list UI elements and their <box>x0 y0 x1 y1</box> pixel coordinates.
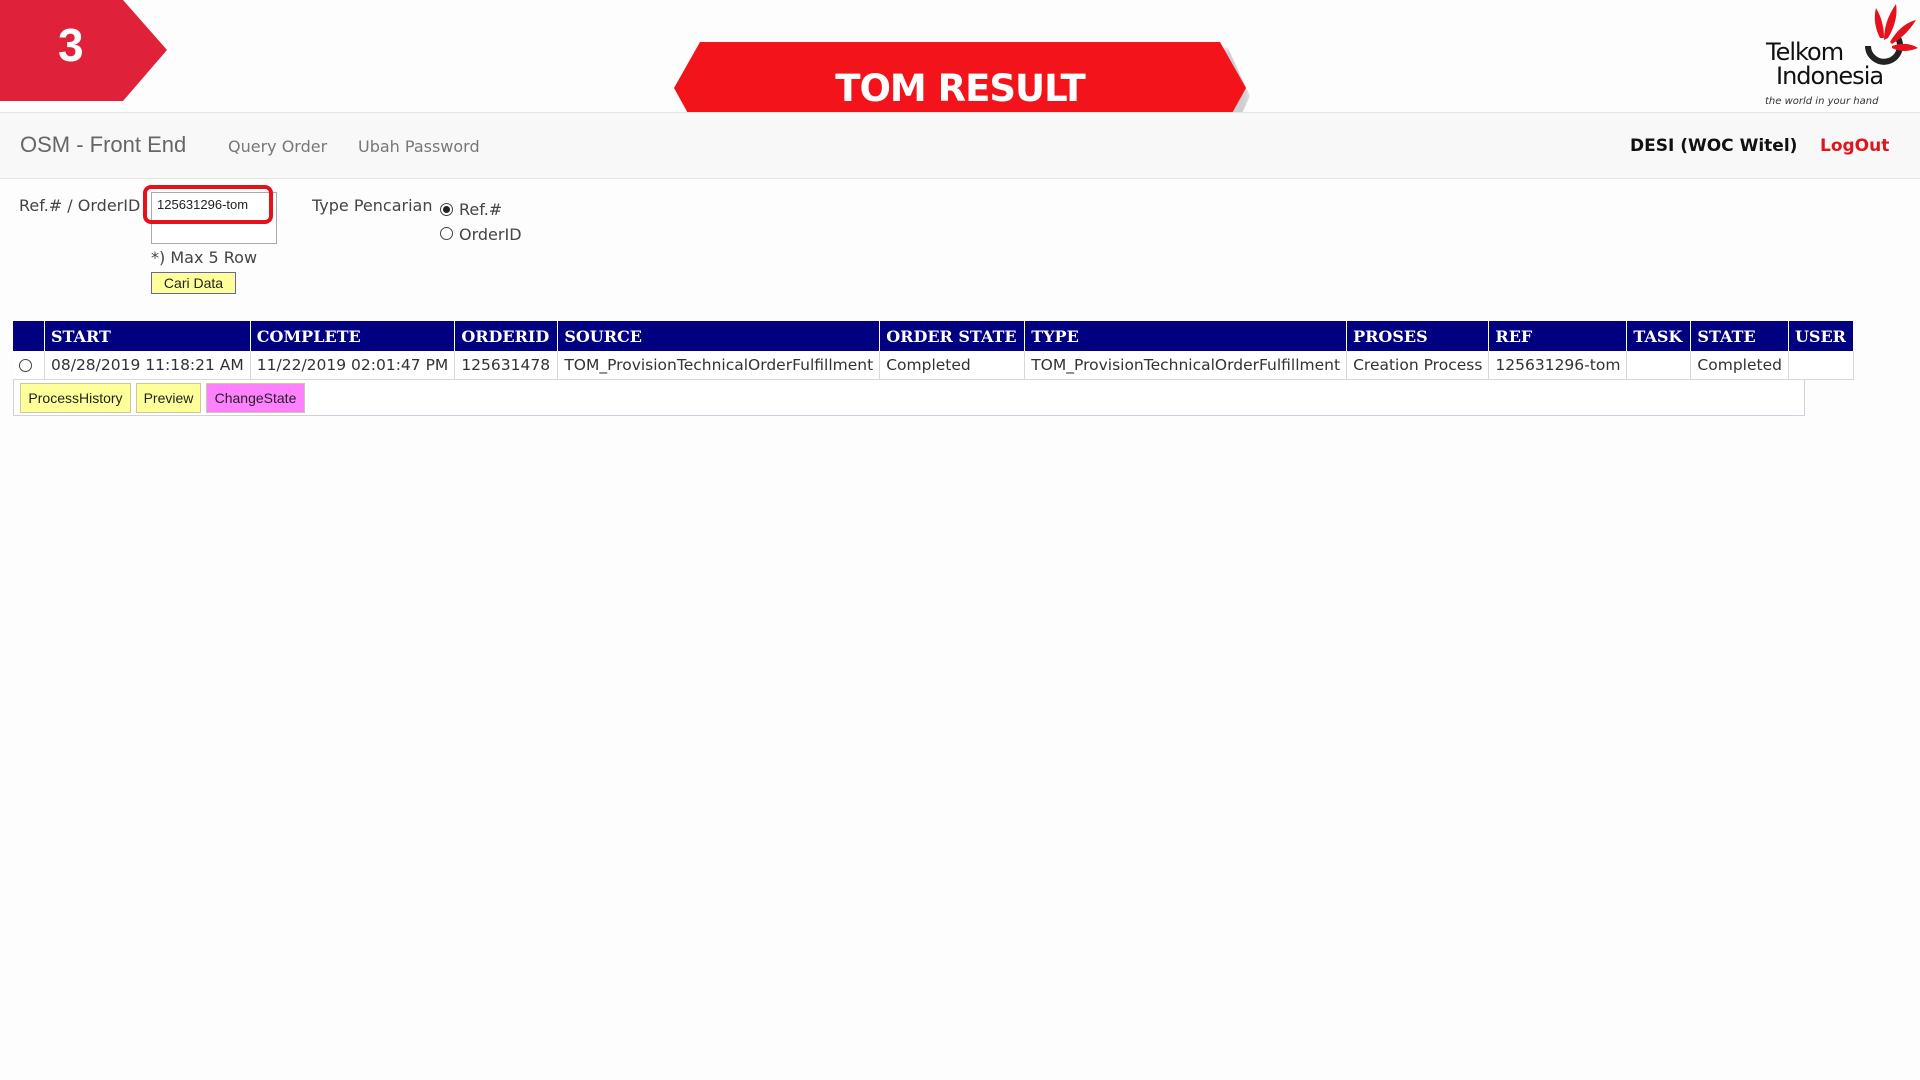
current-user: DESI (WOC Witel) <box>1630 136 1798 156</box>
ref-orderid-label: Ref.# / OrderID <box>19 196 141 215</box>
step-badge: 3 <box>0 0 167 101</box>
row-select-cell <box>13 351 45 380</box>
input-highlight-box <box>143 185 273 224</box>
row-select-radio[interactable] <box>19 359 32 372</box>
col-proses: PROSES <box>1346 321 1490 351</box>
cell-order-state: Completed <box>879 351 1026 380</box>
cell-type: TOM_ProvisionTechnicalOrderFulfillment <box>1024 351 1348 380</box>
table-header-row: START COMPLETE ORDERID SOURCE ORDER STAT… <box>13 321 1854 351</box>
logout-link[interactable]: LogOut <box>1820 136 1889 156</box>
change-state-button[interactable]: ChangeState <box>206 383 305 413</box>
col-select <box>13 321 45 351</box>
navbar: OSM - Front End Query Order Ubah Passwor… <box>0 112 1920 179</box>
col-ref: REF <box>1488 321 1628 351</box>
process-history-button[interactable]: ProcessHistory <box>20 383 131 413</box>
col-user: USER <box>1788 321 1854 351</box>
radio-orderid[interactable] <box>440 227 453 240</box>
col-orderid: ORDERID <box>454 321 559 351</box>
nav-link-query-order[interactable]: Query Order <box>228 137 327 156</box>
brand-title[interactable]: OSM - Front End <box>20 132 186 158</box>
cell-complete: 11/22/2019 02:01:47 PM <box>250 351 456 380</box>
preview-button[interactable]: Preview <box>136 383 201 413</box>
cari-data-button[interactable]: Cari Data <box>151 272 236 294</box>
col-task: TASK <box>1626 321 1692 351</box>
col-start: START <box>44 321 251 351</box>
col-state: STATE <box>1690 321 1789 351</box>
table-row[interactable]: 08/28/2019 11:18:21 AM 11/22/2019 02:01:… <box>13 351 1854 380</box>
col-order-state: ORDER STATE <box>879 321 1026 351</box>
max-rows-note: *) Max 5 Row <box>151 248 258 267</box>
cell-orderid: 125631478 <box>454 351 559 380</box>
nav-link-ubah-password[interactable]: Ubah Password <box>358 137 480 156</box>
results-table: START COMPLETE ORDERID SOURCE ORDER STAT… <box>13 321 1854 380</box>
cell-ref: 125631296-tom <box>1488 351 1628 380</box>
cell-state: Completed <box>1690 351 1789 380</box>
col-type: TYPE <box>1024 321 1348 351</box>
cell-proses: Creation Process <box>1346 351 1490 380</box>
col-complete: COMPLETE <box>250 321 456 351</box>
logo-text-indonesia: Indonesia <box>1776 62 1884 90</box>
cell-start: 08/28/2019 11:18:21 AM <box>44 351 251 380</box>
type-pencarian-label: Type Pencarian <box>312 196 433 215</box>
radio-ref-label: Ref.# <box>459 200 503 219</box>
banner-title: TOM RESULT <box>835 67 1086 110</box>
radio-ref[interactable] <box>440 203 453 216</box>
cell-user <box>1788 351 1854 380</box>
telkom-logo: Telkom Indonesia the world in your hand <box>1762 0 1920 112</box>
radio-orderid-label: OrderID <box>459 225 522 244</box>
cell-task <box>1626 351 1692 380</box>
cell-source: TOM_ProvisionTechnicalOrderFulfillment <box>557 351 881 380</box>
step-number: 3 <box>58 19 84 71</box>
col-source: SOURCE <box>557 321 881 351</box>
logo-tagline: the world in your hand <box>1765 96 1879 107</box>
